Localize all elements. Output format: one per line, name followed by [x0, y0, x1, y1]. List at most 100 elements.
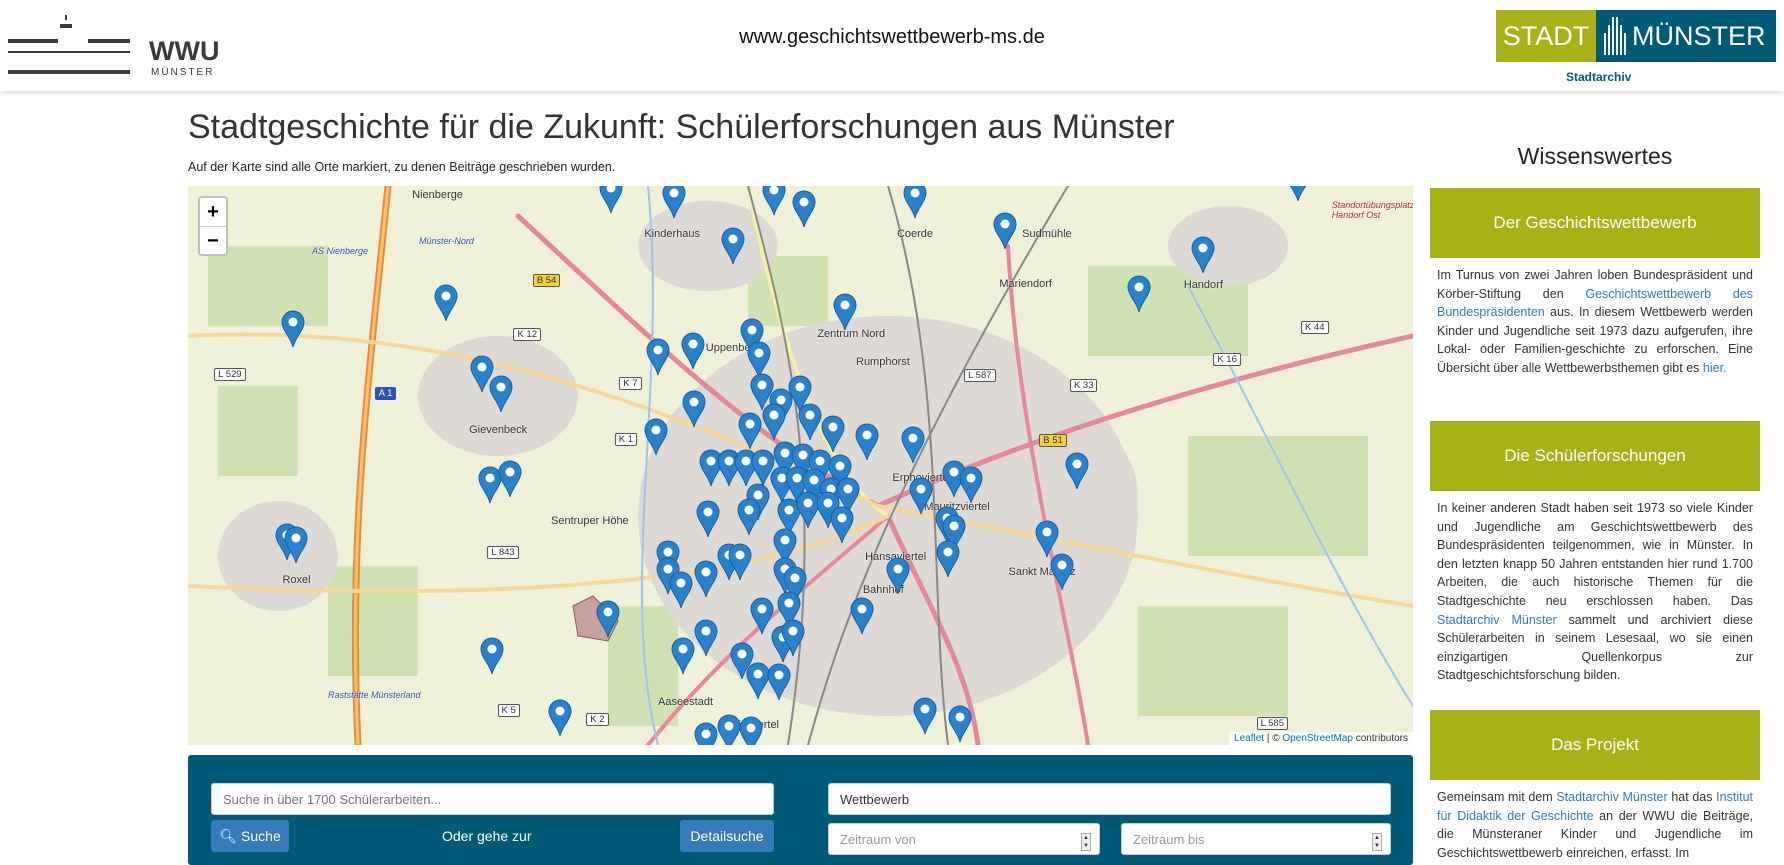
- attribution-sep: | ©: [1264, 733, 1283, 744]
- road-badge: K 33: [1069, 379, 1098, 393]
- map-marker-icon[interactable]: [762, 186, 786, 216]
- map-marker-icon[interactable]: [434, 284, 458, 322]
- map-marker-icon[interactable]: [646, 338, 670, 376]
- section-text-research: In keiner anderen Stadt haben seit 1973 …: [1437, 501, 1753, 683]
- map-marker-icon[interactable]: [993, 212, 1017, 250]
- road-badge: L 585: [1256, 717, 1288, 731]
- spinner-icon[interactable]: ▲ ▼: [1372, 833, 1382, 851]
- map-place-label: Kinderhaus: [644, 228, 700, 241]
- period-to-input[interactable]: Zeitraum bis ▲ ▼: [1121, 823, 1391, 855]
- map-place-label: Raststätte Münsterland: [327, 690, 421, 701]
- search-button[interactable]: 🔍︎ Suche: [211, 820, 289, 852]
- map-marker-icon[interactable]: [694, 722, 718, 745]
- map-marker-icon[interactable]: [694, 560, 718, 598]
- map-marker-icon[interactable]: [901, 426, 925, 464]
- map-marker-icon[interactable]: [1191, 236, 1215, 274]
- map-marker-icon[interactable]: [596, 600, 620, 638]
- map-marker-icon[interactable]: [696, 500, 720, 538]
- map-marker-icon[interactable]: [498, 460, 522, 498]
- logo-bars-icon: [1604, 17, 1626, 55]
- map-attribution: Leaflet | © OpenStreetMap contributors: [1229, 732, 1413, 745]
- stadt-muenster-logo[interactable]: STADT MÜNSTER: [1496, 10, 1776, 62]
- road-badge: K 16: [1213, 353, 1241, 367]
- map-marker-icon[interactable]: [830, 506, 854, 544]
- road-badge: K 44: [1300, 321, 1329, 335]
- search-button-label: Suche: [241, 828, 281, 844]
- zoom-in-button[interactable]: +: [200, 198, 226, 226]
- map-marker-icon[interactable]: [721, 227, 745, 265]
- map-marker-icon[interactable]: [855, 423, 879, 461]
- map-marker-icon[interactable]: [767, 663, 791, 701]
- map-marker-icon[interactable]: [798, 403, 822, 441]
- stadtarchiv-link[interactable]: Stadtarchiv Münster: [1556, 790, 1667, 804]
- map-marker-icon[interactable]: [833, 293, 857, 331]
- zoom-out-button[interactable]: −: [200, 226, 226, 254]
- map[interactable]: + − Nienberge Kinderhaus Coerde Sudmühle Han…: [188, 186, 1413, 745]
- map-place-label: Sudmühle: [1022, 228, 1072, 241]
- stadtarchiv-link[interactable]: Stadtarchiv Münster: [1437, 613, 1557, 627]
- logo-muenster: MÜNSTER: [1632, 21, 1766, 51]
- map-place-label: Nienberge: [412, 189, 463, 202]
- map-place-label: AS Nienberge: [312, 246, 369, 257]
- competition-select[interactable]: Wettbewerb: [828, 783, 1391, 815]
- map-marker-icon[interactable]: [739, 716, 763, 745]
- map-marker-icon[interactable]: [599, 186, 623, 214]
- map-marker-icon[interactable]: [948, 705, 972, 743]
- map-marker-icon[interactable]: [671, 637, 695, 675]
- period-to-placeholder: Zeitraum bis: [1133, 831, 1205, 847]
- road-badge: B 51: [1039, 434, 1067, 448]
- map-marker-icon[interactable]: [669, 571, 693, 609]
- road-badge: A 1: [374, 387, 397, 401]
- detail-search-button[interactable]: Detailsuche: [680, 820, 774, 852]
- period-from-placeholder: Zeitraum von: [840, 831, 916, 847]
- map-marker-icon[interactable]: [662, 186, 686, 219]
- map-marker-icon[interactable]: [913, 697, 937, 735]
- leaflet-link[interactable]: Leaflet: [1234, 733, 1264, 744]
- spinner-icon[interactable]: ▲ ▼: [1081, 833, 1091, 851]
- map-marker-icon[interactable]: [281, 310, 305, 348]
- map-marker-icon[interactable]: [792, 190, 816, 228]
- map-marker-icon[interactable]: [644, 418, 668, 456]
- map-marker-icon[interactable]: [821, 415, 845, 453]
- map-marker-icon[interactable]: [903, 186, 927, 219]
- or-text: Oder gehe zur: [442, 828, 532, 844]
- map-marker-icon[interactable]: [850, 597, 874, 635]
- map-marker-icon[interactable]: [750, 597, 774, 635]
- map-marker-icon[interactable]: [1065, 452, 1089, 490]
- map-marker-icon[interactable]: [284, 526, 308, 564]
- map-marker-icon[interactable]: [762, 403, 786, 441]
- osm-link[interactable]: OpenStreetMap: [1282, 733, 1353, 744]
- map-place-label: Handorf: [1183, 279, 1223, 292]
- map-place-label: Mariendorf: [999, 278, 1052, 291]
- map-marker-icon[interactable]: [480, 637, 504, 675]
- map-marker-icon[interactable]: [694, 619, 718, 657]
- map-marker-icon[interactable]: [682, 390, 706, 428]
- map-marker-icon[interactable]: [1127, 275, 1151, 313]
- map-marker-icon[interactable]: [936, 540, 960, 578]
- section-heading-project: Das Projekt: [1430, 710, 1760, 780]
- section-heading-competition: Der Geschichtswettbewerb: [1430, 188, 1760, 258]
- topics-link[interactable]: hier.: [1703, 361, 1727, 375]
- period-from-input[interactable]: Zeitraum von ▲ ▼: [828, 823, 1100, 855]
- map-marker-icon[interactable]: [681, 332, 705, 370]
- map-marker-icon[interactable]: [909, 477, 933, 515]
- map-marker-icon[interactable]: [737, 498, 761, 536]
- map-place-label: Aaseestadt: [657, 695, 714, 708]
- road-badge: L 843: [487, 545, 519, 559]
- map-marker-icon[interactable]: [489, 375, 513, 413]
- stadtarchiv-label: Stadtarchiv: [1566, 70, 1632, 84]
- map-marker-icon[interactable]: [1050, 553, 1074, 591]
- road-badge: K 1: [614, 432, 638, 446]
- map-marker-icon[interactable]: [717, 714, 741, 745]
- map-marker-icon[interactable]: [548, 699, 572, 737]
- map-marker-icon[interactable]: [959, 466, 983, 504]
- map-marker-icon[interactable]: [1286, 186, 1310, 202]
- section-text-project: Gemeinsam mit dem Stadtarchiv Münster ha…: [1437, 790, 1754, 860]
- zoom-control: + −: [198, 196, 228, 256]
- map-marker-icon[interactable]: [738, 412, 762, 450]
- search-panel: 🔍︎Suche Oder gehe zur Detailsuche Wettbe…: [188, 755, 1413, 865]
- map-marker-icon[interactable]: [886, 557, 910, 595]
- search-input[interactable]: [211, 783, 774, 815]
- map-marker-icon[interactable]: [781, 619, 805, 657]
- map-marker-icon[interactable]: [728, 543, 752, 581]
